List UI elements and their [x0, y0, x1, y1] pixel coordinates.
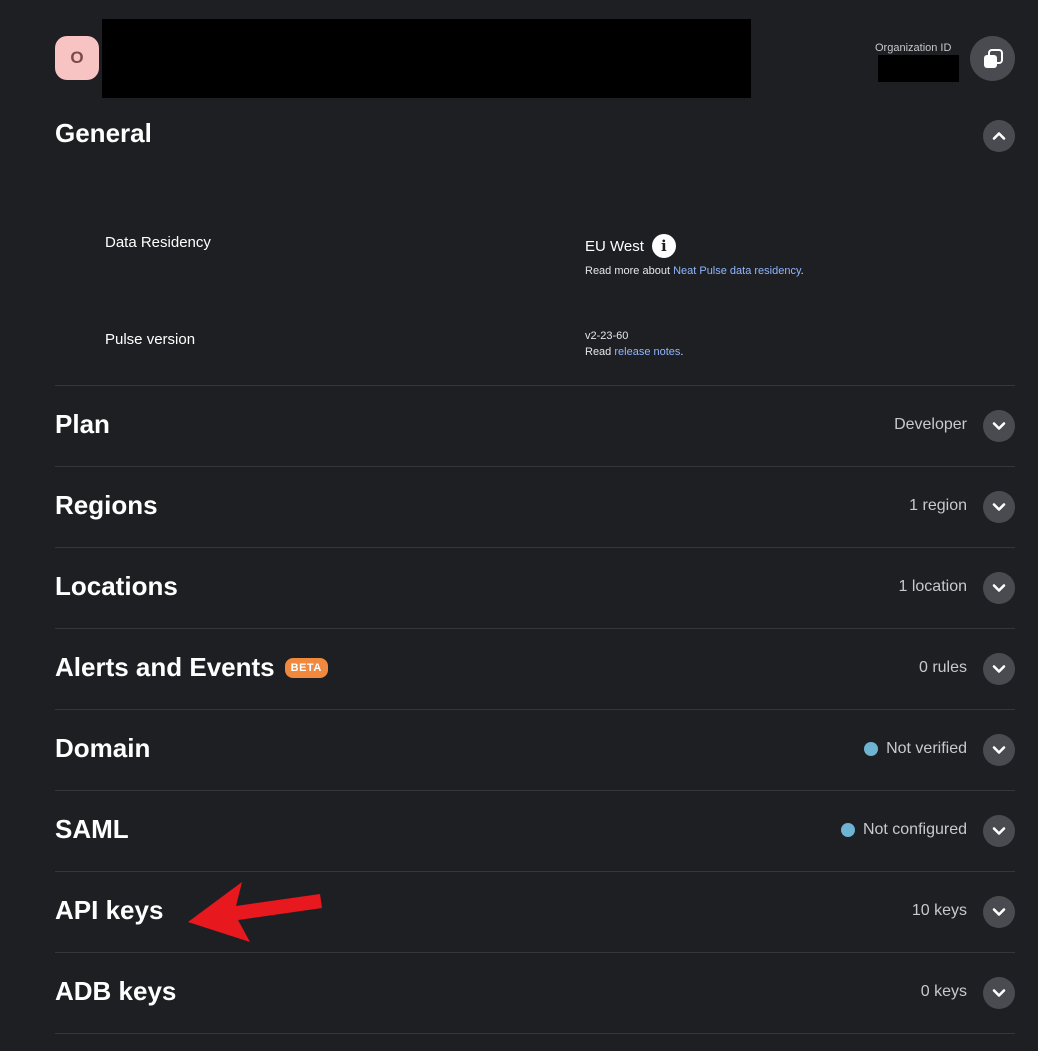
data-residency-note-prefix: Read more about: [585, 265, 674, 277]
org-id-redacted: [878, 55, 959, 82]
alerts-title-wrap[interactable]: Alerts and Events BETA: [55, 652, 328, 683]
status-dot-icon: [864, 742, 879, 756]
regions-title[interactable]: Regions: [55, 490, 158, 521]
beta-badge: BETA: [284, 657, 328, 678]
chevron-down-icon: [992, 908, 1006, 916]
chevron-down-icon: [992, 503, 1006, 511]
release-suffix: .: [680, 346, 684, 358]
divider: [55, 1033, 1015, 1034]
api-keys-expand-button[interactable]: [983, 896, 1015, 928]
adb-keys-value: 0 keys: [920, 983, 967, 1000]
regions-expand-button[interactable]: [983, 491, 1015, 523]
api-keys-value: 10 keys: [911, 902, 967, 919]
chevron-down-icon: [992, 827, 1006, 835]
adb-keys-expand-button[interactable]: [983, 977, 1015, 1009]
domain-status: Not verified: [864, 740, 967, 758]
chevron-down-icon: [992, 989, 1006, 997]
org-name-redacted: [102, 19, 751, 98]
saml-title[interactable]: SAML: [55, 814, 129, 845]
regions-value: 1 region: [909, 497, 967, 514]
divider: [55, 466, 1015, 467]
general-collapse-button[interactable]: [983, 120, 1015, 152]
plan-expand-button[interactable]: [983, 410, 1015, 442]
pulse-version-label: Pulse version: [105, 331, 196, 348]
org-id-label: Organization ID: [875, 42, 952, 54]
alerts-title: Alerts and Events: [55, 652, 275, 682]
locations-expand-button[interactable]: [983, 572, 1015, 604]
adb-keys-title[interactable]: ADB keys: [55, 976, 176, 1007]
org-initial: O: [70, 48, 84, 67]
pulse-version-value: v2-23-60: [585, 330, 629, 342]
divider: [55, 952, 1015, 953]
chevron-down-icon: [992, 422, 1006, 430]
divider: [55, 871, 1015, 872]
general-section-title: General: [55, 118, 152, 148]
data-residency-note-suffix: .: [800, 265, 804, 277]
status-dot-icon: [840, 823, 855, 837]
api-keys-title[interactable]: API keys: [55, 895, 163, 926]
release-notes-line: Read release notes.: [585, 346, 683, 358]
red-arrow-annotation: [188, 882, 322, 942]
data-residency-note: Read more about Neat Pulse data residenc…: [585, 265, 804, 277]
data-residency-link[interactable]: Neat Pulse data residency: [673, 265, 801, 277]
plan-title[interactable]: Plan: [55, 409, 110, 440]
data-residency-label: Data Residency: [105, 234, 211, 251]
copy-icon: [983, 48, 1003, 68]
alerts-value: 0 rules: [918, 659, 967, 676]
saml-status: Not configured: [840, 821, 967, 839]
chevron-up-icon: [992, 132, 1006, 140]
release-prefix: Read: [585, 346, 615, 358]
saml-expand-button[interactable]: [983, 815, 1015, 847]
divider: [55, 547, 1015, 548]
domain-expand-button[interactable]: [983, 734, 1015, 766]
saml-value: Not configured: [862, 821, 967, 838]
info-icon[interactable]: i: [651, 234, 676, 258]
alerts-expand-button[interactable]: [983, 653, 1015, 685]
chevron-down-icon: [992, 746, 1006, 754]
organization-settings-page: O Organization ID General Data Residency…: [0, 0, 1038, 1051]
divider: [55, 385, 1015, 386]
copy-org-id-button[interactable]: [970, 36, 1015, 81]
domain-value: Not verified: [886, 740, 967, 757]
divider: [55, 628, 1015, 629]
chevron-down-icon: [992, 584, 1006, 592]
locations-title[interactable]: Locations: [55, 571, 178, 602]
divider: [55, 709, 1015, 710]
domain-title[interactable]: Domain: [55, 733, 150, 764]
data-residency-value: EU West: [585, 237, 644, 255]
release-notes-link[interactable]: release notes: [614, 346, 680, 358]
org-avatar: O: [55, 36, 99, 80]
data-residency-value-wrap: EU West i: [585, 234, 676, 258]
divider: [55, 790, 1015, 791]
locations-value: 1 location: [898, 578, 968, 595]
plan-value: Developer: [894, 416, 967, 433]
chevron-down-icon: [992, 665, 1006, 673]
